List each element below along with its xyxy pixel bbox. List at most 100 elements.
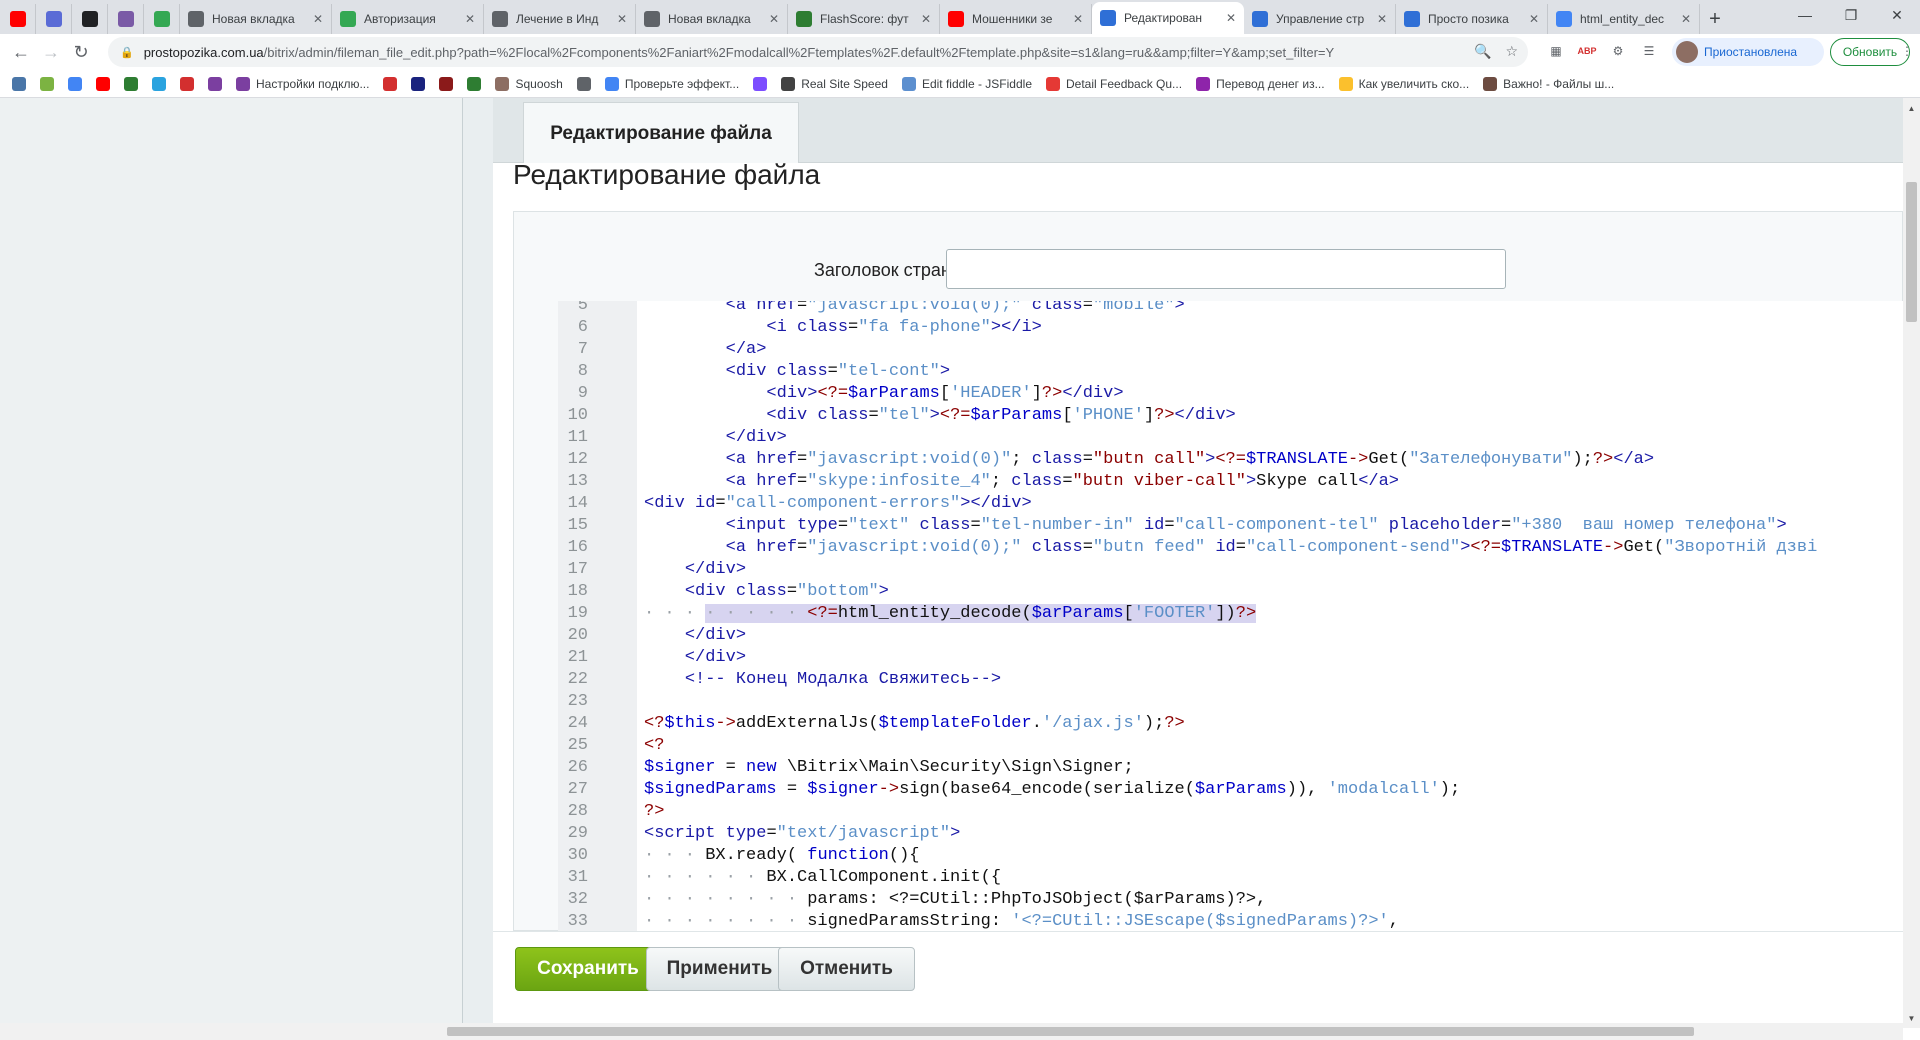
close-tab-icon[interactable]: ✕ (769, 12, 779, 26)
code-line[interactable]: 21 </div> (558, 647, 1903, 669)
lock-icon[interactable]: 🔒 (120, 46, 134, 59)
new-tab-icon[interactable]: + (1700, 4, 1730, 34)
bookmark-item[interactable] (439, 76, 454, 91)
browser-tab[interactable]: FlashScore: фут ✕ (788, 4, 940, 34)
vertical-scroll-thumb[interactable] (1906, 182, 1917, 322)
code-line[interactable]: 32 · · · · · · · · params: <?=CUtil::PhpT… (558, 889, 1903, 911)
close-tab-icon[interactable]: ✕ (1073, 12, 1083, 26)
bookmark-item[interactable] (208, 76, 222, 91)
code-editor[interactable]: 5 <a href="javascript:void(0);" class="m… (558, 301, 1903, 931)
browser-tab[interactable] (36, 4, 72, 34)
browser-tab[interactable]: Просто позика ✕ (1396, 4, 1548, 34)
browser-tab[interactable]: Редактирован ✕ (1092, 2, 1244, 34)
browser-tab[interactable]: Управление стр ✕ (1244, 4, 1396, 34)
bookmark-item[interactable] (383, 76, 398, 91)
close-tab-icon[interactable]: ✕ (1377, 12, 1387, 26)
code-line[interactable]: 10 <div class="tel"><?=$arParams['PHONE'… (558, 405, 1903, 427)
code-line[interactable]: 9 <div><?=$arParams['HEADER']?></div> (558, 383, 1903, 405)
scroll-down-icon[interactable]: ▼ (1903, 1010, 1920, 1026)
zoom-icon[interactable]: 🔍 (1474, 43, 1491, 60)
code-line[interactable]: 28 ?> (558, 801, 1903, 823)
browser-tab[interactable] (108, 4, 144, 34)
close-tab-icon[interactable]: ✕ (1226, 11, 1236, 25)
browser-tab[interactable]: Лечение в Инд ✕ (484, 4, 636, 34)
bookmark-item[interactable] (576, 76, 591, 91)
bookmark-item[interactable]: Проверьте эффект... (604, 76, 739, 91)
bookmark-item[interactable]: Важно! - Файлы ш... (1483, 76, 1614, 91)
bookmark-item[interactable]: Edit fiddle - JSFiddle (901, 76, 1032, 91)
horizontal-scroll-thumb[interactable] (447, 1027, 1694, 1036)
code-line[interactable]: 23 (558, 691, 1903, 713)
scroll-up-icon[interactable]: ▲ (1903, 100, 1920, 116)
code-line[interactable]: 15 <input type="text" class="tel-number-… (558, 515, 1903, 537)
browser-tab[interactable]: Мошенники зе ✕ (940, 4, 1092, 34)
bookmark-item[interactable]: Перевод денег из... (1196, 76, 1325, 91)
browser-tab[interactable]: Новая вкладка ✕ (180, 4, 332, 34)
code-line[interactable]: 12 <a href="javascript:void(0)"; class="… (558, 449, 1903, 471)
code-line[interactable]: 29 <script type="text/javascript"> (558, 823, 1903, 845)
tab-edit-file[interactable]: Редактирование файла (523, 102, 799, 164)
code-line[interactable]: 30 · · · BX.ready( function(){ (558, 845, 1903, 867)
close-window-icon[interactable]: ✕ (1874, 0, 1920, 30)
bookmark-item[interactable]: Detail Feedback Qu... (1046, 76, 1182, 91)
bookmark-item[interactable] (68, 76, 82, 91)
close-tab-icon[interactable]: ✕ (1681, 12, 1691, 26)
bookmark-item[interactable]: Как увеличить ско... (1338, 76, 1469, 91)
close-tab-icon[interactable]: ✕ (465, 12, 475, 26)
code-line[interactable]: 11 </div> (558, 427, 1903, 449)
adblock-icon[interactable]: ABP (1576, 40, 1598, 62)
close-tab-icon[interactable]: ✕ (921, 12, 931, 26)
bookmark-item[interactable] (411, 76, 426, 91)
code-line[interactable]: 20 </div> (558, 625, 1903, 647)
bookmark-item[interactable] (152, 76, 166, 91)
code-line[interactable]: 26 $signer = new \Bitrix\Main\Security\Si… (558, 757, 1903, 779)
extension-icon[interactable]: ▦ (1545, 40, 1567, 62)
code-line[interactable]: 33 · · · · · · · · signedParamsString: '<… (558, 911, 1903, 931)
bookmark-item[interactable]: Настройки подклю... (236, 76, 369, 91)
bookmark-item[interactable]: Squoosh (495, 76, 563, 91)
bookmark-item[interactable] (96, 76, 110, 91)
browser-tab[interactable]: Новая вкладка ✕ (636, 4, 788, 34)
code-line[interactable]: 22 <!-- Конец Модалка Свяжитесь--> (558, 669, 1903, 691)
bookmark-item[interactable] (180, 76, 194, 91)
address-bar[interactable]: 🔒 prostopozika.com.ua/bitrix/admin/filem… (108, 37, 1528, 67)
code-line[interactable]: 27 $signedParams = $signer->sign(base64_e… (558, 779, 1903, 801)
close-tab-icon[interactable]: ✕ (313, 12, 323, 26)
code-line[interactable]: 6 <i class="fa fa-phone"></i> (558, 317, 1903, 339)
browser-tab[interactable] (72, 4, 108, 34)
cancel-button[interactable]: Отменить (778, 947, 915, 991)
back-icon[interactable]: ← (6, 37, 36, 67)
reload-icon[interactable]: ↻ (66, 37, 96, 67)
bookmark-star-icon[interactable]: ☆ (1505, 43, 1518, 60)
bookmark-item[interactable] (753, 76, 768, 91)
bookmark-item[interactable] (12, 76, 26, 91)
page-header-input[interactable] (946, 249, 1506, 289)
profile-button[interactable]: Приостановлена (1672, 38, 1824, 66)
bookmark-item[interactable]: Real Site Speed (781, 76, 888, 91)
browser-tab[interactable]: Авторизация ✕ (332, 4, 484, 34)
browser-tab[interactable]: html_entity_dec ✕ (1548, 4, 1700, 34)
vertical-scrollbar[interactable]: ▲ ▼ (1903, 98, 1920, 1028)
forward-icon[interactable]: → (36, 37, 66, 67)
save-button[interactable]: Сохранить (515, 947, 661, 991)
close-tab-icon[interactable]: ✕ (617, 12, 627, 26)
minimize-icon[interactable]: — (1782, 0, 1828, 30)
apply-button[interactable]: Применить (646, 947, 793, 991)
restore-icon[interactable]: ❐ (1828, 0, 1874, 30)
code-line[interactable]: 13 <a href="skype:infosite_4"; class="bu… (558, 471, 1903, 493)
browser-tab[interactable] (0, 4, 36, 34)
code-line[interactable]: 24 <?$this->addExternalJs($templateFolder… (558, 713, 1903, 735)
code-line[interactable]: 18 <div class="bottom"> (558, 581, 1903, 603)
puzzle-icon[interactable]: ⚙ (1607, 40, 1629, 62)
code-line[interactable]: 8 <div class="tel-cont"> (558, 361, 1903, 383)
code-line[interactable]: 17 </div> (558, 559, 1903, 581)
code-line[interactable]: 7 </a> (558, 339, 1903, 361)
media-icon[interactable]: ☰ (1638, 40, 1660, 62)
bookmark-item[interactable] (467, 76, 482, 91)
code-line[interactable]: 14 <div id="call-component-errors"></div> (558, 493, 1903, 515)
code-line[interactable]: 31 · · · · · · BX.CallComponent.init({ (558, 867, 1903, 889)
browser-tab[interactable] (144, 4, 180, 34)
code-line[interactable]: 19 · · · · · · · · <?=html_entity_decode(… (558, 603, 1903, 625)
menu-icon[interactable]: ⋮ (1896, 40, 1918, 62)
code-line[interactable]: 16 <a href="javascript:void(0);" class="… (558, 537, 1903, 559)
